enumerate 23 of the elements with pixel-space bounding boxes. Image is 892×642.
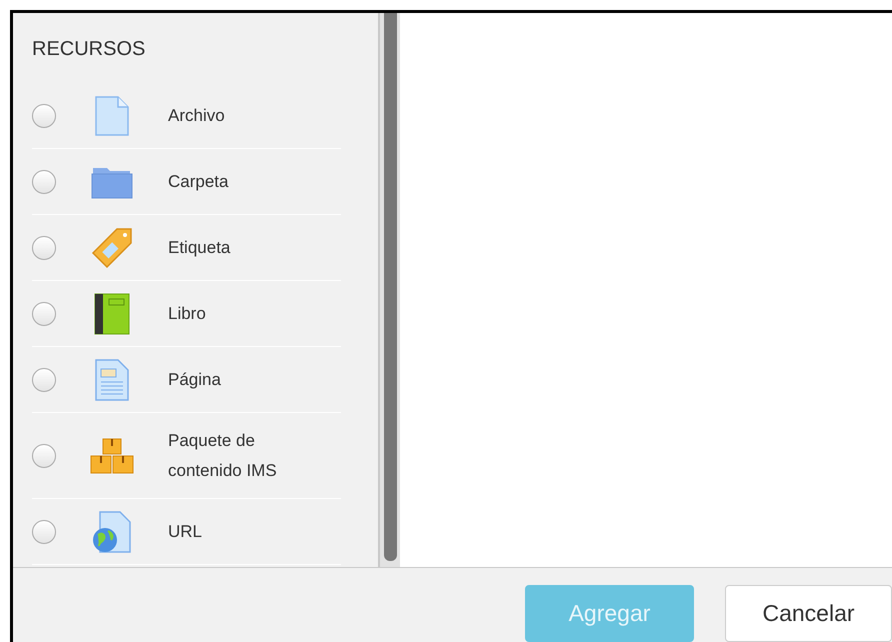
radio-button[interactable] [32,104,56,128]
tag-icon [91,226,133,268]
resource-label[interactable]: Paquete de contenido IMS [168,426,318,486]
radio-button[interactable] [32,520,56,544]
radio-button[interactable] [32,368,56,392]
resource-label[interactable]: Etiqueta [168,232,318,262]
radio-button[interactable] [32,444,56,468]
resource-label[interactable]: Carpeta [168,166,318,196]
cancel-button[interactable]: Cancelar [725,585,892,642]
radio-button[interactable] [32,170,56,194]
resource-label[interactable]: URL [168,516,318,546]
radio-button[interactable] [32,302,56,326]
book-icon [94,292,130,334]
scrollbar[interactable] [378,13,400,567]
resource-label[interactable]: Página [168,364,318,394]
section-title: RECURSOS [32,37,146,62]
file-icon [94,96,130,136]
resource-label[interactable]: Archivo [168,100,318,130]
radio-button[interactable] [32,236,56,260]
page-icon [94,358,130,400]
boxes-icon [90,438,134,474]
globe-page-icon [92,510,132,552]
resource-label[interactable]: Libro [168,298,318,328]
